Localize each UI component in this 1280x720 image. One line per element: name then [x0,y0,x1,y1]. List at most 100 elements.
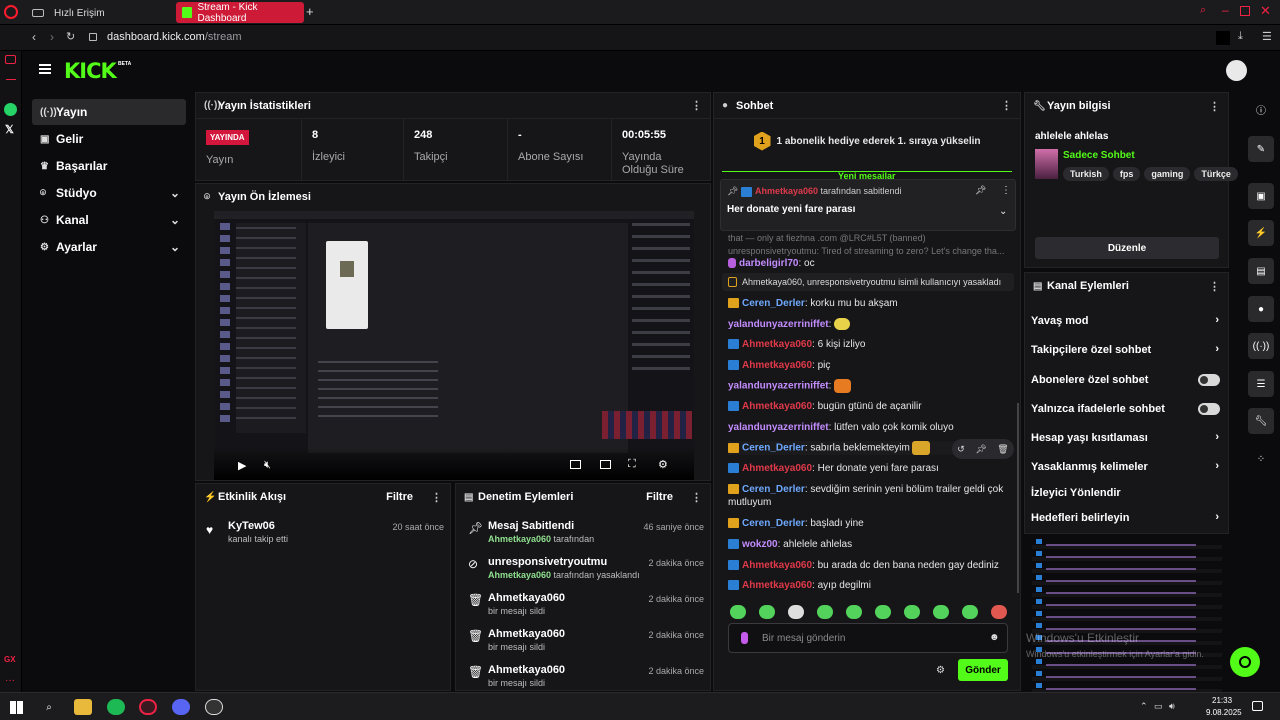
opera-logo-icon[interactable] [4,5,18,19]
trash-icon[interactable]: 🗑︎ [997,444,1008,455]
reload-button[interactable]: ↻ [66,30,75,43]
pin-icon[interactable]: 📌︎ [975,444,986,455]
pencil-icon[interactable]: ✎ [1248,136,1274,162]
unpin-icon[interactable]: 📌︎ [975,185,986,196]
search-tabs-icon[interactable]: ⌕ [1200,4,1206,17]
nav-kanal[interactable]: ⚇ Kanal ⌄ [32,207,186,233]
gx-icon[interactable]: GX [4,655,16,664]
menu-icon[interactable]: ☰ [1262,30,1272,43]
edit-button[interactable]: Düzenle [1035,237,1219,259]
maximize-button[interactable] [1240,6,1250,16]
theater-icon[interactable] [600,460,611,469]
filter-button[interactable]: Filtre [386,491,413,503]
chat-message[interactable]: Ceren_Derler: korku mu bu akşam [728,297,1008,310]
more-options-icon[interactable]: ⋮ [431,491,442,504]
minimize-button[interactable]: – [1222,3,1229,17]
fullscreen-icon[interactable]: ⛶ [628,458,636,471]
close-window-button[interactable]: ✕ [1260,3,1271,19]
emote-button[interactable] [904,605,920,619]
emote-button[interactable] [788,605,804,619]
pinned-message[interactable]: 📌︎ Ahmetkaya060 tarafından sabitlendi 📌︎… [720,179,1016,231]
chat-message[interactable]: Ahmetkaya060: bu arada dc den bana neden… [728,559,1008,572]
more-options-icon[interactable]: ⋮ [1001,185,1011,196]
action-raid[interactable]: İzleyici Yönlendir [1031,487,1219,499]
chat-bubble-icon[interactable]: ● [1248,296,1274,322]
more-options-icon[interactable]: ⋮ [1209,100,1220,113]
chat-message[interactable]: Ahmetkaya060: ayıp degilmi [728,579,1008,592]
action-goals[interactable]: Hedefleri belirleyin › [1031,511,1219,524]
broadcast-icon[interactable]: ((·)) [1248,333,1274,359]
chat-input[interactable]: Bir mesaj gönderin ☻ [728,623,1008,653]
emotes-only-toggle[interactable] [1198,403,1220,415]
dots-add-icon[interactable]: ⁘ [1248,446,1274,472]
emote-button[interactable] [962,605,978,619]
tag[interactable]: fps [1112,167,1141,181]
action-banned-words[interactable]: Yasaklanmış kelimeler › [1031,460,1219,473]
emote-button[interactable] [846,605,862,619]
nav-gelir[interactable]: ▣ Gelir [32,126,186,152]
hamburger-icon[interactable] [39,64,51,74]
action-followers-only[interactable]: Takipçilere özel sohbet › [1031,343,1219,356]
tag[interactable]: gaming [1144,167,1191,181]
emote-button[interactable] [759,605,775,619]
back-button[interactable]: ‹ [32,30,36,44]
video-player[interactable]: ▶ 🔇︎ ⛶ ⚙ [214,211,694,480]
user-avatar[interactable] [1226,60,1247,81]
chat-message[interactable]: yalandunyazerriniffet: [728,318,1008,331]
profile-avatar[interactable] [1216,31,1230,45]
bolt-icon[interactable]: ⚡ [1248,220,1274,246]
chat-message[interactable]: darbeligirl70: oc [728,257,1008,270]
notification-icon[interactable] [1252,701,1263,711]
more-options-icon[interactable]: ⋮ [1209,280,1220,293]
mute-icon[interactable]: 🔇︎ [264,459,271,472]
wrench-icon[interactable]: 🔧︎ [1248,408,1274,434]
search-icon[interactable]: ⌕ [40,699,58,715]
timeout-icon[interactable]: ↺ [957,444,965,455]
scan-icon[interactable]: ▣ [1248,183,1274,209]
chat-message[interactable]: Ahmetkaya060: 6 kişi izliyo [728,338,1008,351]
emote-button[interactable] [991,605,1007,619]
document-icon[interactable]: ▤ [1248,258,1274,284]
spotify-icon[interactable] [107,699,125,715]
tab-stream-kick[interactable]: Stream - Kick Dashboard [176,2,304,24]
info-icon[interactable]: ⓘ [1248,96,1274,122]
download-icon[interactable]: ⤓ [1238,30,1243,43]
nav-ayarlar[interactable]: ⚙ Ayarlar ⌄ [32,234,186,260]
nav-studyo[interactable]: ⌾ Stüdyo ⌄ [32,180,186,206]
emote-button[interactable] [817,605,833,619]
action-slow-mode[interactable]: Yavaş mod › [1031,314,1219,327]
tray-icons[interactable]: ⌃ ▭ 🔊︎ [1140,701,1177,712]
play-button[interactable]: ▶ [238,459,246,472]
tag[interactable]: Türkçe [1194,167,1238,181]
x-icon[interactable]: 𝕏 [5,123,14,136]
chat-message[interactable]: yalandunyazerriniffet: [728,379,1008,393]
forward-button[interactable]: › [50,30,54,44]
kick-logo[interactable]: KICK [64,59,117,83]
opera-gx-icon[interactable] [139,699,157,715]
windows-start-icon[interactable] [10,701,23,714]
nav-yayin[interactable]: ((·)) Yayın [32,99,186,125]
category-name[interactable]: Sadece Sohbet [1063,150,1135,161]
more-options-icon[interactable]: ⋮ [1001,99,1012,112]
new-tab-button[interactable]: + [306,4,314,19]
url-field[interactable]: dashboard.kick.com/stream [107,31,242,43]
pip-icon[interactable] [570,460,581,469]
discord-icon[interactable] [172,699,190,715]
clock-time[interactable]: 21:33 [1212,696,1232,705]
chat-message[interactable]: wokz00: ahlelele ahlelas [728,538,1008,551]
file-explorer-icon[interactable] [74,699,92,715]
more-options-icon[interactable]: ⋮ [691,491,702,504]
chat-message[interactable]: Ahmetkaya060: piç [728,359,1008,372]
chat-message[interactable]: Ahmetkaya060: bugün gtünü de açanilir [728,400,1008,413]
filter-button[interactable]: Filtre [646,491,673,503]
layout-icon[interactable]: ☰ [1248,371,1274,397]
obs-icon[interactable] [205,699,223,715]
chat-scrollbar[interactable] [1017,403,1019,593]
emote-button[interactable] [875,605,891,619]
chat-message[interactable]: Ahmetkaya060: Her donate yeni fare paras… [728,462,1008,475]
gift-banner[interactable]: 1 1 abonelik hediye ederek 1. sıraya yük… [714,119,1020,163]
chat-settings-icon[interactable]: ⚙ [936,665,945,676]
whatsapp-icon[interactable] [4,103,17,116]
emote-button[interactable] [933,605,949,619]
clock-date[interactable]: 9.08.2025 [1206,708,1242,717]
